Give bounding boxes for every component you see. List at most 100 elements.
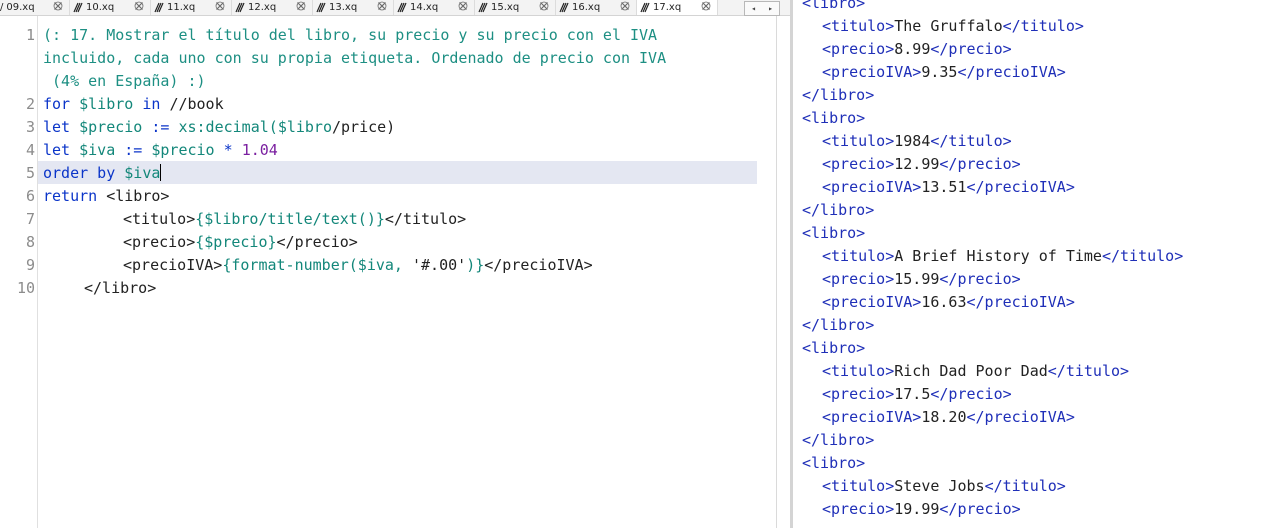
file-tab-label: 10.xq bbox=[86, 2, 115, 13]
xml-open-tag: </libro> bbox=[802, 316, 875, 334]
query-results-pane: <libro> <titulo>The Gruffalo</titulo> <pre… bbox=[794, 0, 1281, 528]
result-line: <libro> bbox=[802, 452, 865, 475]
xquery-file-icon bbox=[397, 2, 407, 13]
xquery-file-icon bbox=[559, 2, 569, 13]
keyword-token: in bbox=[133, 95, 170, 113]
variable-token: $precio bbox=[151, 141, 215, 159]
close-tab-icon[interactable] bbox=[458, 1, 468, 11]
xml-close-tag: </precio> bbox=[939, 270, 1021, 288]
tab-scroll-left-icon[interactable]: ◂ bbox=[751, 4, 756, 13]
xml-value: Steve Jobs bbox=[894, 477, 985, 495]
xquery-file-icon bbox=[640, 2, 650, 13]
text-token: /price) bbox=[332, 118, 396, 136]
line-number: 3 bbox=[25, 118, 35, 136]
line-number-gutter: 1 2 3 4 5 6 7 8 9 10 bbox=[0, 16, 38, 528]
tab-scroll-buttons[interactable]: ◂ ▸ bbox=[744, 1, 780, 16]
file-tab-label: 09.xq bbox=[6, 2, 35, 13]
operator-token: * bbox=[214, 141, 242, 159]
file-tab[interactable]: /09.xq bbox=[0, 0, 70, 15]
result-line: <precio>8.99</precio> bbox=[822, 38, 1012, 61]
file-tab[interactable]: 13.xq bbox=[313, 0, 394, 15]
xml-open-tag: </libro> bbox=[802, 431, 875, 449]
variable-token: $precio bbox=[79, 118, 143, 136]
close-tab-icon[interactable] bbox=[53, 1, 63, 11]
result-line: <titulo>The Gruffalo</titulo> bbox=[822, 15, 1084, 38]
xml-open-tag: <libro> bbox=[802, 454, 866, 472]
code-line-2: for $libro in //book bbox=[43, 93, 224, 116]
file-tab[interactable]: 11.xq bbox=[151, 0, 232, 15]
text-token: </libro> bbox=[84, 279, 157, 297]
text-token: </titulo> bbox=[384, 210, 467, 228]
result-line: <precio>19.99</precio> bbox=[822, 498, 1021, 521]
xml-value: 12.99 bbox=[894, 155, 940, 173]
xml-close-tag: </precio> bbox=[930, 385, 1012, 403]
xml-close-tag: </titulo> bbox=[930, 132, 1012, 150]
keyword-token: order by bbox=[43, 164, 125, 182]
xquery-file-icon bbox=[316, 2, 326, 13]
xml-open-tag: </libro> bbox=[802, 201, 875, 219]
expression-token: {$precio} bbox=[195, 233, 277, 251]
xml-open-tag: <precioIVA> bbox=[822, 408, 922, 426]
xml-close-tag: </precioIVA> bbox=[966, 293, 1075, 311]
code-line-1b: incluido, cada uno con su propia etiquet… bbox=[43, 49, 667, 67]
close-tab-icon[interactable] bbox=[134, 1, 144, 11]
close-tab-icon[interactable] bbox=[620, 1, 630, 11]
close-tab-icon[interactable] bbox=[296, 1, 306, 11]
pane-splitter[interactable] bbox=[790, 0, 793, 528]
xml-open-tag: <titulo> bbox=[822, 247, 895, 265]
file-tab[interactable]: 12.xq bbox=[232, 0, 313, 15]
expression-token: {format-number($iva, bbox=[222, 256, 412, 274]
line-number: 5 bbox=[25, 164, 35, 182]
xml-open-tag: <precio> bbox=[822, 40, 895, 58]
file-tab-label: 11.xq bbox=[167, 2, 196, 13]
xml-open-tag: <precio> bbox=[822, 500, 895, 518]
file-tab[interactable]: 17.xq bbox=[637, 0, 718, 15]
xml-open-tag: <libro> bbox=[802, 339, 866, 357]
xquery-file-icon: / bbox=[0, 2, 4, 13]
close-tab-icon[interactable] bbox=[377, 1, 387, 11]
result-line: <libro> bbox=[802, 222, 865, 245]
code-line-1c: (4% en España) :) bbox=[43, 72, 206, 90]
file-tab-label: 12.xq bbox=[248, 2, 277, 13]
xml-open-tag: <precioIVA> bbox=[822, 178, 922, 196]
close-tab-icon[interactable] bbox=[215, 1, 225, 11]
code-editor[interactable]: (: 17. Mostrar el título del libro, su p… bbox=[38, 16, 776, 528]
file-tab-label: 16.xq bbox=[572, 2, 601, 13]
close-tab-icon[interactable] bbox=[539, 1, 549, 11]
xml-value: 19.99 bbox=[894, 500, 940, 518]
string-token: '#.00' bbox=[412, 256, 467, 274]
file-tab[interactable]: 10.xq bbox=[70, 0, 151, 15]
function-token: xs:decimal( bbox=[178, 118, 278, 136]
line-number: 10 bbox=[16, 279, 35, 297]
code-line-1a: (: 17. Mostrar el título del libro, su p… bbox=[43, 26, 658, 44]
variable-token: $iva bbox=[79, 141, 116, 159]
result-line: </libro> bbox=[802, 84, 874, 107]
xml-open-tag: </libro> bbox=[802, 86, 875, 104]
xml-open-tag: <precio> bbox=[822, 385, 895, 403]
file-tab[interactable]: 15.xq bbox=[475, 0, 556, 15]
xml-close-tag: </precioIVA> bbox=[957, 63, 1066, 81]
result-line: <precioIVA>18.20</precioIVA> bbox=[822, 406, 1075, 429]
text-token: </precioIVA> bbox=[484, 256, 593, 274]
xml-value: 17.5 bbox=[894, 385, 931, 403]
xml-value: 8.99 bbox=[894, 40, 931, 58]
xml-value: 9.35 bbox=[921, 63, 958, 81]
result-line: </libro> bbox=[802, 314, 874, 337]
file-tab[interactable]: 14.xq bbox=[394, 0, 475, 15]
xml-value: 15.99 bbox=[894, 270, 940, 288]
line-number: 7 bbox=[25, 210, 35, 228]
result-line: <precioIVA>16.63</precioIVA> bbox=[822, 291, 1075, 314]
tab-scroll-right-icon[interactable]: ▸ bbox=[768, 4, 773, 13]
result-line: <titulo>Steve Jobs</titulo> bbox=[822, 475, 1066, 498]
xml-close-tag: </titulo> bbox=[984, 477, 1066, 495]
code-line-10: </libro> bbox=[84, 277, 156, 300]
file-tab-label: 17.xq bbox=[653, 2, 682, 13]
result-line: <precioIVA>13.51</precioIVA> bbox=[822, 176, 1075, 199]
code-line-9: <precioIVA>{format-number($iva, '#.00')}… bbox=[123, 254, 593, 277]
close-tab-icon[interactable] bbox=[701, 1, 711, 11]
editor-right-margin bbox=[776, 16, 777, 528]
result-line: <precioIVA>9.35</precioIVA> bbox=[822, 61, 1066, 84]
xml-close-tag: </precioIVA> bbox=[966, 178, 1075, 196]
xml-open-tag: <titulo> bbox=[822, 477, 895, 495]
file-tab[interactable]: 16.xq bbox=[556, 0, 637, 15]
